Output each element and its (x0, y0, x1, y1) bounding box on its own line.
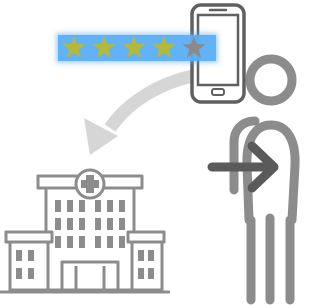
window (138, 268, 144, 279)
window (28, 250, 34, 261)
window (119, 200, 125, 212)
window (67, 218, 73, 230)
window (67, 200, 73, 212)
patient-review-illustration (0, 3, 300, 305)
window (107, 218, 113, 230)
curved-arrow-icon (84, 68, 200, 155)
window (107, 200, 113, 212)
window (119, 236, 125, 248)
window (95, 236, 101, 248)
window (55, 200, 61, 212)
window (148, 250, 154, 261)
hospital-building-icon (0, 168, 170, 294)
window (148, 268, 154, 279)
window (28, 268, 34, 279)
window (95, 200, 101, 212)
window (119, 218, 125, 230)
window (138, 250, 144, 261)
window (79, 236, 85, 248)
window (55, 236, 61, 248)
star-rating-icon (56, 33, 218, 63)
window (16, 250, 22, 261)
window (16, 268, 22, 279)
window (55, 218, 61, 230)
window (79, 218, 85, 230)
window (107, 236, 113, 248)
window (95, 218, 101, 230)
window (67, 236, 73, 248)
window (79, 200, 85, 212)
